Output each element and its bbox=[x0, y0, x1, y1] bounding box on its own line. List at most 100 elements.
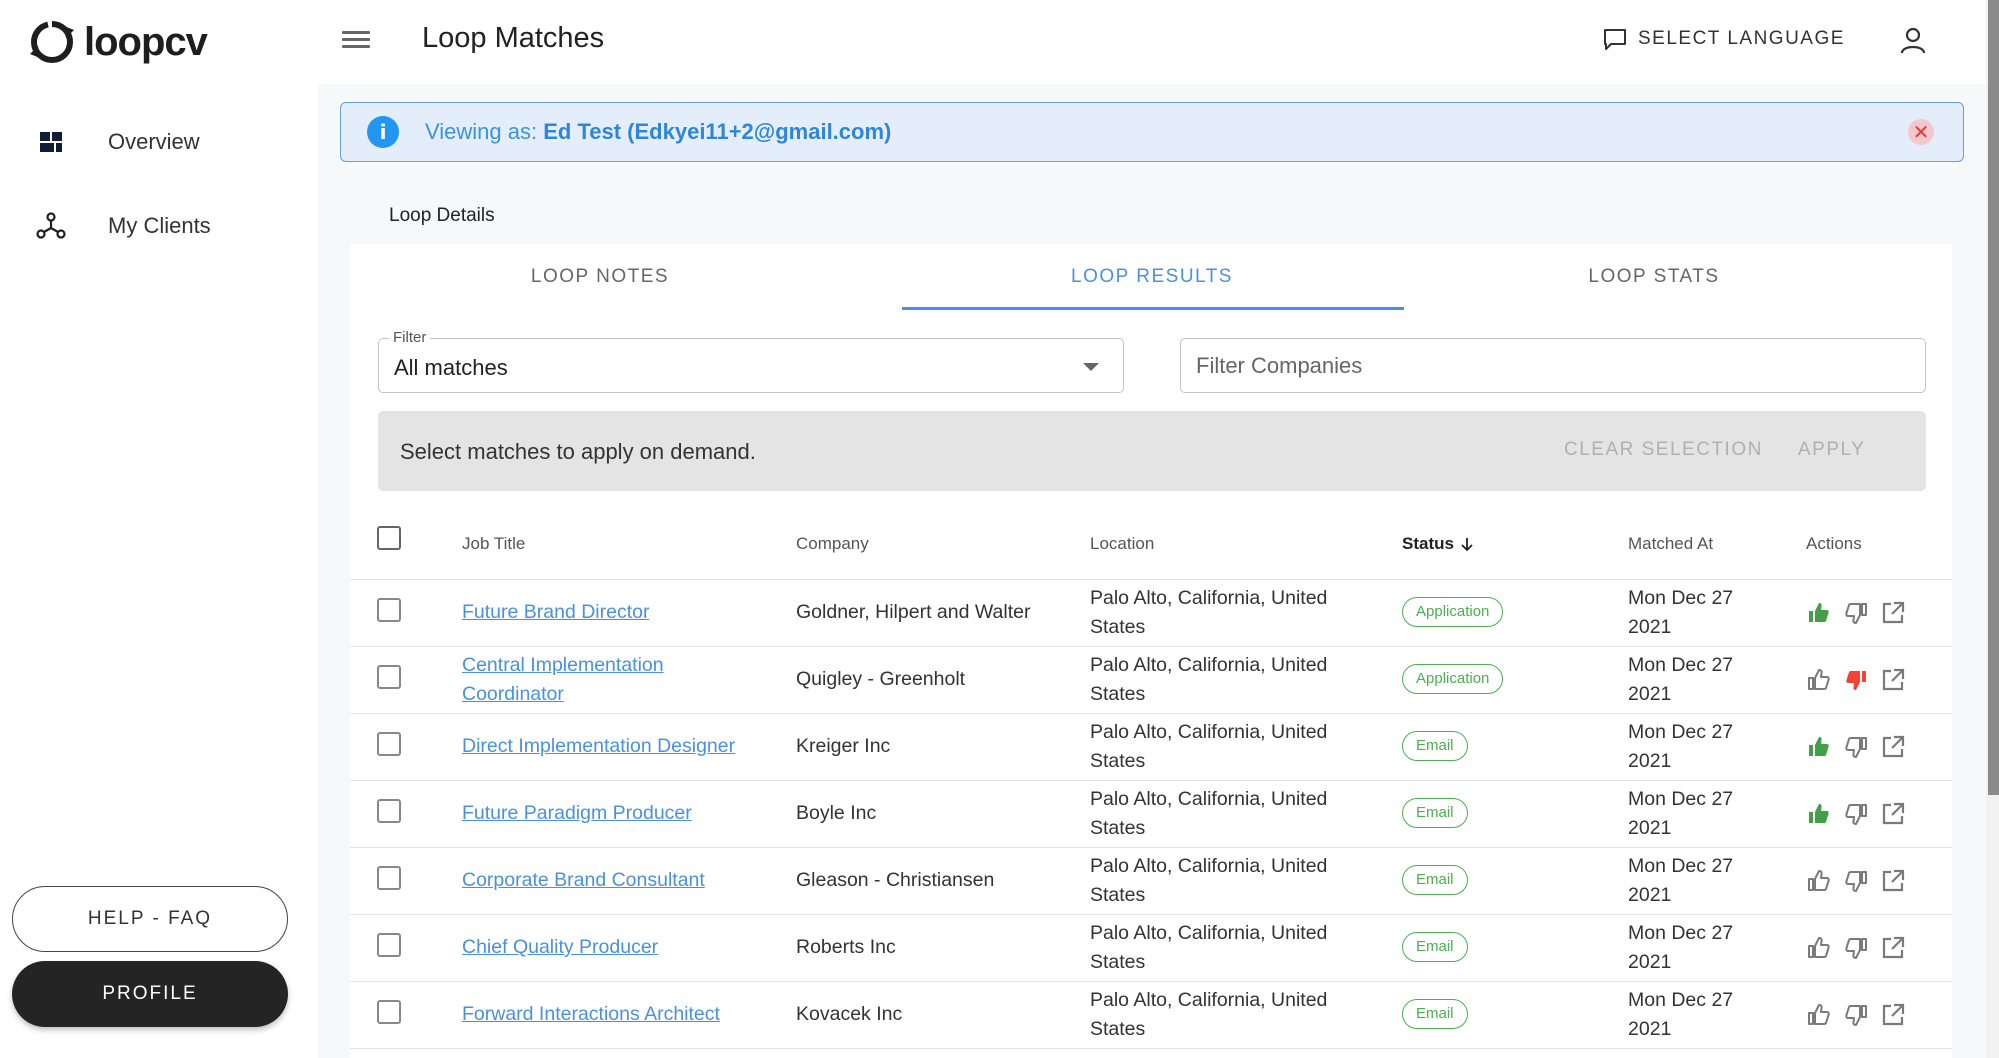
sidebar-item-label: Overview bbox=[108, 129, 200, 154]
viewing-as-alert: i Viewing as: Ed Test (Edkyei11+2@gmail.… bbox=[340, 102, 1964, 162]
thumb-down-icon[interactable] bbox=[1843, 667, 1869, 693]
job-title-link[interactable]: Chief Quality Producer bbox=[462, 936, 658, 958]
thumb-down-icon[interactable] bbox=[1843, 734, 1869, 760]
row-checkbox[interactable] bbox=[377, 933, 401, 957]
actions-cell bbox=[1806, 600, 1906, 626]
apply-button[interactable]: APPLY bbox=[1798, 439, 1865, 461]
job-title-link[interactable]: Forward Interactions Architect bbox=[462, 1003, 720, 1025]
table-row: Chief Quality Producer Roberts Inc Palo … bbox=[350, 915, 1952, 982]
table-row: Central Implementation Coordinator Quigl… bbox=[350, 647, 1952, 714]
chat-bubble-icon bbox=[1604, 29, 1626, 50]
open-external-icon[interactable] bbox=[1880, 667, 1906, 693]
tab-loop-stats[interactable]: LOOP STATS bbox=[1404, 244, 1904, 310]
row-checkbox[interactable] bbox=[377, 866, 401, 890]
column-header-job-title[interactable]: Job Title bbox=[462, 534, 525, 554]
row-checkbox[interactable] bbox=[377, 1000, 401, 1024]
viewing-as-prefix: Viewing as: bbox=[425, 119, 538, 144]
job-title-link[interactable]: Central Implementation Coordinator bbox=[462, 654, 664, 705]
open-external-icon[interactable] bbox=[1880, 600, 1906, 626]
job-title-link[interactable]: Future Paradigm Producer bbox=[462, 802, 692, 824]
row-checkbox[interactable] bbox=[377, 732, 401, 756]
loop-details-label: Loop Details bbox=[389, 205, 495, 226]
sort-arrow-down-icon bbox=[1461, 538, 1473, 552]
loop-logo-icon bbox=[30, 21, 74, 63]
job-title-cell: Future Brand Director bbox=[462, 598, 762, 627]
location-cell: Palo Alto, California, United States bbox=[1090, 788, 1328, 839]
matched-at-cell: Mon Dec 27 2021 bbox=[1628, 788, 1734, 839]
table-row: Corporate Brand Consultant Gleason - Chr… bbox=[350, 848, 1952, 915]
menu-icon[interactable] bbox=[342, 28, 370, 52]
column-header-status[interactable]: Status bbox=[1402, 534, 1475, 554]
thumb-down-icon[interactable] bbox=[1843, 1002, 1869, 1028]
select-language-button[interactable]: SELECT LANGUAGE bbox=[1602, 26, 1845, 52]
tab-bar: LOOP NOTES LOOP RESULTS LOOP STATS bbox=[350, 244, 1952, 310]
company-cell: Kreiger Inc bbox=[796, 735, 891, 757]
thumb-up-icon[interactable] bbox=[1806, 1002, 1832, 1028]
tab-loop-results[interactable]: LOOP RESULTS bbox=[902, 244, 1402, 310]
company-cell: Roberts Inc bbox=[796, 936, 896, 958]
column-header-location[interactable]: Location bbox=[1090, 534, 1154, 554]
open-external-icon[interactable] bbox=[1880, 868, 1906, 894]
select-all-checkbox[interactable] bbox=[377, 526, 401, 550]
open-external-icon[interactable] bbox=[1880, 1002, 1906, 1028]
location-cell: Palo Alto, California, United States bbox=[1090, 654, 1328, 705]
job-title-cell: Corporate Brand Consultant bbox=[462, 866, 762, 895]
open-external-icon[interactable] bbox=[1880, 734, 1906, 760]
filter-select[interactable]: Filter All matches bbox=[378, 329, 1124, 393]
logo[interactable]: loopcv bbox=[28, 18, 208, 66]
scrollbar-thumb[interactable] bbox=[1988, 0, 1999, 795]
thumb-up-icon[interactable] bbox=[1806, 600, 1832, 626]
close-icon[interactable]: ✕ bbox=[1908, 119, 1934, 145]
thumb-down-icon[interactable] bbox=[1843, 935, 1869, 961]
status-cell: Email bbox=[1402, 797, 1468, 828]
status-header-label: Status bbox=[1402, 534, 1454, 553]
open-external-icon[interactable] bbox=[1880, 935, 1906, 961]
top-header: Loop Matches SELECT LANGUAGE bbox=[318, 0, 1988, 84]
open-external-icon[interactable] bbox=[1880, 801, 1906, 827]
thumb-up-icon[interactable] bbox=[1806, 868, 1832, 894]
thumb-up-icon[interactable] bbox=[1806, 801, 1832, 827]
company-cell: Goldner, Hilpert and Walter bbox=[796, 601, 1031, 623]
help-faq-button[interactable]: HELP - FAQ bbox=[12, 886, 288, 952]
matched-at-cell: Mon Dec 27 2021 bbox=[1628, 855, 1734, 906]
matched-at-cell: Mon Dec 27 2021 bbox=[1628, 989, 1734, 1040]
tab-loop-notes[interactable]: LOOP NOTES bbox=[350, 244, 850, 310]
job-title-cell: Central Implementation Coordinator bbox=[462, 651, 762, 709]
actions-cell bbox=[1806, 667, 1906, 693]
status-cell: Application bbox=[1402, 596, 1504, 627]
info-icon: i bbox=[367, 116, 399, 148]
column-header-matched-at[interactable]: Matched At bbox=[1628, 534, 1713, 554]
job-title-link[interactable]: Future Brand Director bbox=[462, 601, 650, 623]
thumb-up-icon[interactable] bbox=[1806, 734, 1832, 760]
company-cell: Quigley - Greenholt bbox=[796, 668, 966, 690]
row-checkbox[interactable] bbox=[377, 665, 401, 689]
sidebar-item-overview[interactable]: Overview bbox=[36, 127, 200, 157]
status-badge: Email bbox=[1402, 932, 1468, 962]
thumb-down-icon[interactable] bbox=[1843, 801, 1869, 827]
profile-button[interactable]: PROFILE bbox=[12, 961, 288, 1027]
job-title-link[interactable]: Corporate Brand Consultant bbox=[462, 869, 705, 891]
brand-name: loopcv bbox=[84, 19, 208, 64]
row-checkbox[interactable] bbox=[377, 799, 401, 823]
thumb-up-icon[interactable] bbox=[1806, 935, 1832, 961]
actions-cell bbox=[1806, 1002, 1906, 1028]
location-cell: Palo Alto, California, United States bbox=[1090, 721, 1328, 772]
column-header-actions: Actions bbox=[1806, 534, 1862, 553]
status-badge: Email bbox=[1402, 865, 1468, 895]
clear-selection-button[interactable]: CLEAR SELECTION bbox=[1564, 439, 1763, 461]
status-cell: Application bbox=[1402, 663, 1504, 694]
job-title-link[interactable]: Direct Implementation Designer bbox=[462, 735, 735, 757]
row-checkbox[interactable] bbox=[377, 598, 401, 622]
thumb-down-icon[interactable] bbox=[1843, 600, 1869, 626]
thumb-down-icon[interactable] bbox=[1843, 868, 1869, 894]
job-title-cell: Chief Quality Producer bbox=[462, 933, 762, 962]
location-cell: Palo Alto, California, United States bbox=[1090, 989, 1328, 1040]
active-tab-indicator bbox=[902, 307, 1404, 310]
actions-cell bbox=[1806, 734, 1906, 760]
filter-companies-input[interactable] bbox=[1180, 338, 1926, 393]
user-account-icon[interactable] bbox=[1896, 24, 1930, 58]
hub-icon bbox=[36, 211, 66, 241]
column-header-company[interactable]: Company bbox=[796, 534, 869, 554]
thumb-up-icon[interactable] bbox=[1806, 667, 1832, 693]
sidebar-item-my-clients[interactable]: My Clients bbox=[36, 211, 211, 241]
